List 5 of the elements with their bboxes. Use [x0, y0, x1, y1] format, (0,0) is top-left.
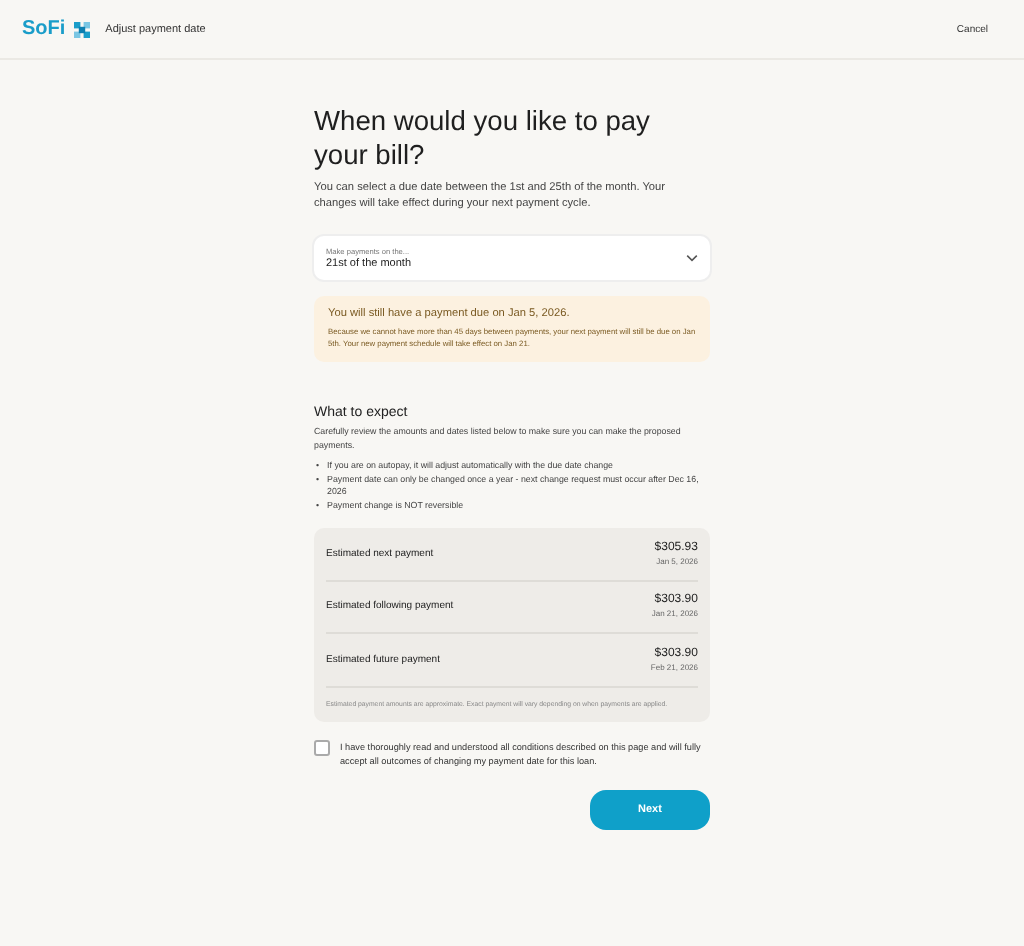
chevron-down-icon [686, 254, 698, 262]
logo: SoFi [22, 18, 66, 40]
heading: When would you like to pay your bill? [314, 104, 652, 172]
checkbox[interactable] [314, 739, 330, 755]
grid-icon [73, 21, 90, 37]
